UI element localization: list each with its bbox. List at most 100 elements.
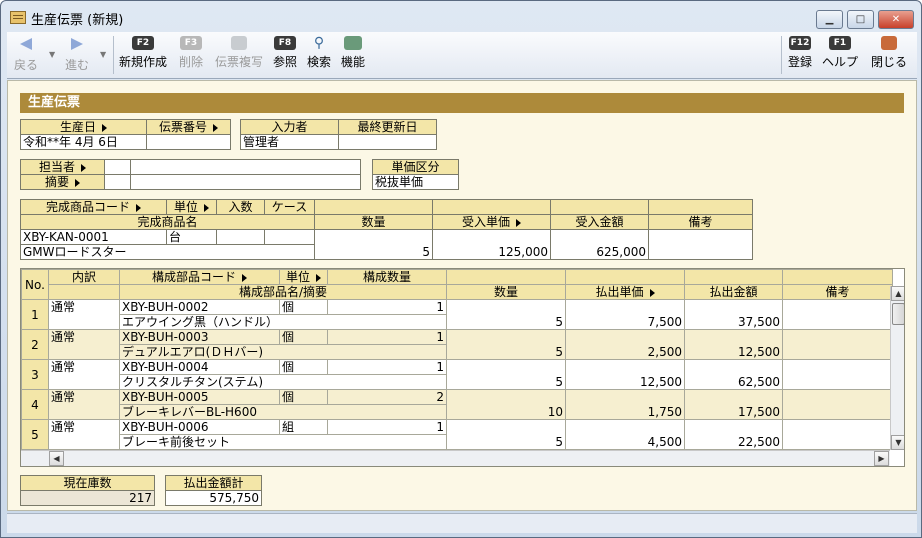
qty-cell[interactable]: 10: [446, 389, 566, 420]
copy-slip-button[interactable]: 伝票複写: [213, 36, 265, 70]
summary-label[interactable]: 摘要: [20, 174, 105, 190]
row-number[interactable]: 3: [21, 359, 49, 390]
receive-price-label[interactable]: 受入単価: [432, 214, 551, 230]
unit-cell[interactable]: 組: [279, 419, 328, 435]
comp-qty-cell[interactable]: 1: [327, 419, 447, 435]
unit-cell[interactable]: 個: [279, 389, 328, 405]
qty-cell[interactable]: 5: [446, 419, 566, 450]
part-name-cell[interactable]: エアウイング黒（ハンドル）: [119, 314, 447, 330]
slip-no-label[interactable]: 伝票番号: [146, 119, 231, 135]
comp-qty-cell[interactable]: 2: [327, 389, 447, 405]
comp-qty-cell[interactable]: 1: [327, 299, 447, 315]
reference-button[interactable]: F8 参照: [271, 36, 299, 70]
minimize-button[interactable]: ▁: [816, 10, 843, 29]
note-cell[interactable]: [782, 329, 893, 360]
note-cell[interactable]: [782, 389, 893, 420]
unit-cell[interactable]: 個: [279, 359, 328, 375]
breakdown-cell[interactable]: 通常: [48, 419, 120, 450]
out-price-cell[interactable]: 2,500: [565, 329, 685, 360]
product-note-field[interactable]: [648, 229, 753, 260]
forward-dropdown-icon[interactable]: ▼: [100, 50, 106, 59]
product-name-field[interactable]: GMWロードスター: [20, 244, 315, 260]
date-field[interactable]: 令和**年 4月 6日: [20, 134, 147, 150]
part-name-cell[interactable]: ブレーキ前後セット: [119, 434, 447, 450]
qty-cell[interactable]: 5: [446, 329, 566, 360]
delete-button[interactable]: F3 削除: [175, 36, 207, 70]
horizontal-scrollbar[interactable]: ◀ ▶: [21, 450, 890, 466]
product-unit-field[interactable]: 台: [166, 229, 217, 245]
table-row[interactable]: 1 通常 XBY-BUH-0002 個 1 5 7,500 37,500: [21, 299, 893, 330]
table-row[interactable]: 5 通常 XBY-BUH-0006 組 1 5 4,500 22,500: [21, 419, 893, 450]
out-price-cell[interactable]: 1,750: [565, 389, 685, 420]
close-window-button[interactable]: ✕: [878, 10, 914, 29]
summary-text-field[interactable]: [130, 174, 361, 190]
part-name-cell[interactable]: クリスタルチタン(ステム): [119, 374, 447, 390]
part-name-cell[interactable]: ブレーキレバーBL-H600: [119, 404, 447, 420]
breakdown-cell[interactable]: 通常: [48, 389, 120, 420]
qty-cell[interactable]: 5: [446, 359, 566, 390]
product-code-field[interactable]: XBY-KAN-0001: [20, 229, 167, 245]
row-number[interactable]: 5: [21, 419, 49, 450]
breakdown-cell[interactable]: 通常: [48, 359, 120, 390]
unit-cell[interactable]: 個: [279, 329, 328, 345]
scroll-right-icon[interactable]: ▶: [874, 451, 889, 466]
table-row[interactable]: 2 通常 XBY-BUH-0003 個 1 5 2,500 12,500: [21, 329, 893, 360]
col-part-code-header[interactable]: 構成部品コード: [119, 269, 280, 285]
out-price-cell[interactable]: 7,500: [565, 299, 685, 330]
new-button[interactable]: F2 新規作成: [117, 36, 169, 70]
qty-cell[interactable]: 5: [446, 299, 566, 330]
date-label[interactable]: 生産日: [20, 119, 147, 135]
product-name-label: 完成商品名: [20, 214, 315, 230]
staff-name-field[interactable]: [130, 159, 361, 175]
part-code-cell[interactable]: XBY-BUH-0006: [119, 419, 280, 435]
staff-code-field[interactable]: [104, 159, 131, 175]
out-price-cell[interactable]: 12,500: [565, 359, 685, 390]
price-type-field[interactable]: 税抜単価: [372, 174, 459, 190]
summary-code-field[interactable]: [104, 174, 131, 190]
row-number[interactable]: 2: [21, 329, 49, 360]
slip-no-field[interactable]: [146, 134, 231, 150]
comp-qty-cell[interactable]: 1: [327, 359, 447, 375]
case-field[interactable]: [264, 229, 315, 245]
vertical-scrollbar[interactable]: ▲ ▼: [890, 286, 904, 450]
row-number[interactable]: 4: [21, 389, 49, 420]
product-code-label[interactable]: 完成商品コード: [20, 199, 167, 215]
out-price-cell[interactable]: 4,500: [565, 419, 685, 450]
qty-per-field[interactable]: [216, 229, 265, 245]
dropdown-arrow-icon: [516, 218, 521, 227]
note-cell[interactable]: [782, 299, 893, 330]
back-button[interactable]: 戻る: [11, 36, 41, 73]
scroll-up-icon[interactable]: ▲: [891, 286, 904, 301]
breakdown-cell[interactable]: 通常: [48, 299, 120, 330]
part-code-cell[interactable]: XBY-BUH-0004: [119, 359, 280, 375]
comp-qty-cell[interactable]: 1: [327, 329, 447, 345]
forward-button[interactable]: 進む: [62, 36, 92, 73]
table-row[interactable]: 4 通常 XBY-BUH-0005 個 2 10 1,750 17,500: [21, 389, 893, 420]
note-cell[interactable]: [782, 419, 893, 450]
product-qty-field[interactable]: 5: [314, 229, 433, 260]
row-number[interactable]: 1: [21, 299, 49, 330]
scroll-left-icon[interactable]: ◀: [49, 451, 64, 466]
part-code-cell[interactable]: XBY-BUH-0002: [119, 299, 280, 315]
scroll-down-icon[interactable]: ▼: [891, 435, 904, 450]
scroll-thumb[interactable]: [892, 303, 904, 325]
part-code-cell[interactable]: XBY-BUH-0005: [119, 389, 280, 405]
table-row[interactable]: 3 通常 XBY-BUH-0004 個 1 5 12,500 62,500: [21, 359, 893, 390]
receive-price-field[interactable]: 125,000: [432, 229, 551, 260]
staff-label[interactable]: 担当者: [20, 159, 105, 175]
maximize-button[interactable]: □: [847, 10, 874, 29]
col-unit-header[interactable]: 単位: [279, 269, 328, 285]
search-button[interactable]: ⚲ 検索: [305, 36, 333, 70]
help-button[interactable]: F1 ヘルプ: [820, 36, 860, 70]
part-name-cell[interactable]: デュアルエアロ(ＤＨバー): [119, 344, 447, 360]
back-dropdown-icon[interactable]: ▼: [49, 50, 55, 59]
col-out-price-header[interactable]: 払出単価: [565, 284, 685, 300]
unit-cell[interactable]: 個: [279, 299, 328, 315]
register-button[interactable]: F12 登録: [786, 36, 814, 70]
breakdown-cell[interactable]: 通常: [48, 329, 120, 360]
function-button[interactable]: 機能: [339, 36, 367, 70]
note-cell[interactable]: [782, 359, 893, 390]
product-unit-label[interactable]: 単位: [166, 199, 217, 215]
close-button[interactable]: 閉じる: [869, 36, 909, 70]
part-code-cell[interactable]: XBY-BUH-0003: [119, 329, 280, 345]
